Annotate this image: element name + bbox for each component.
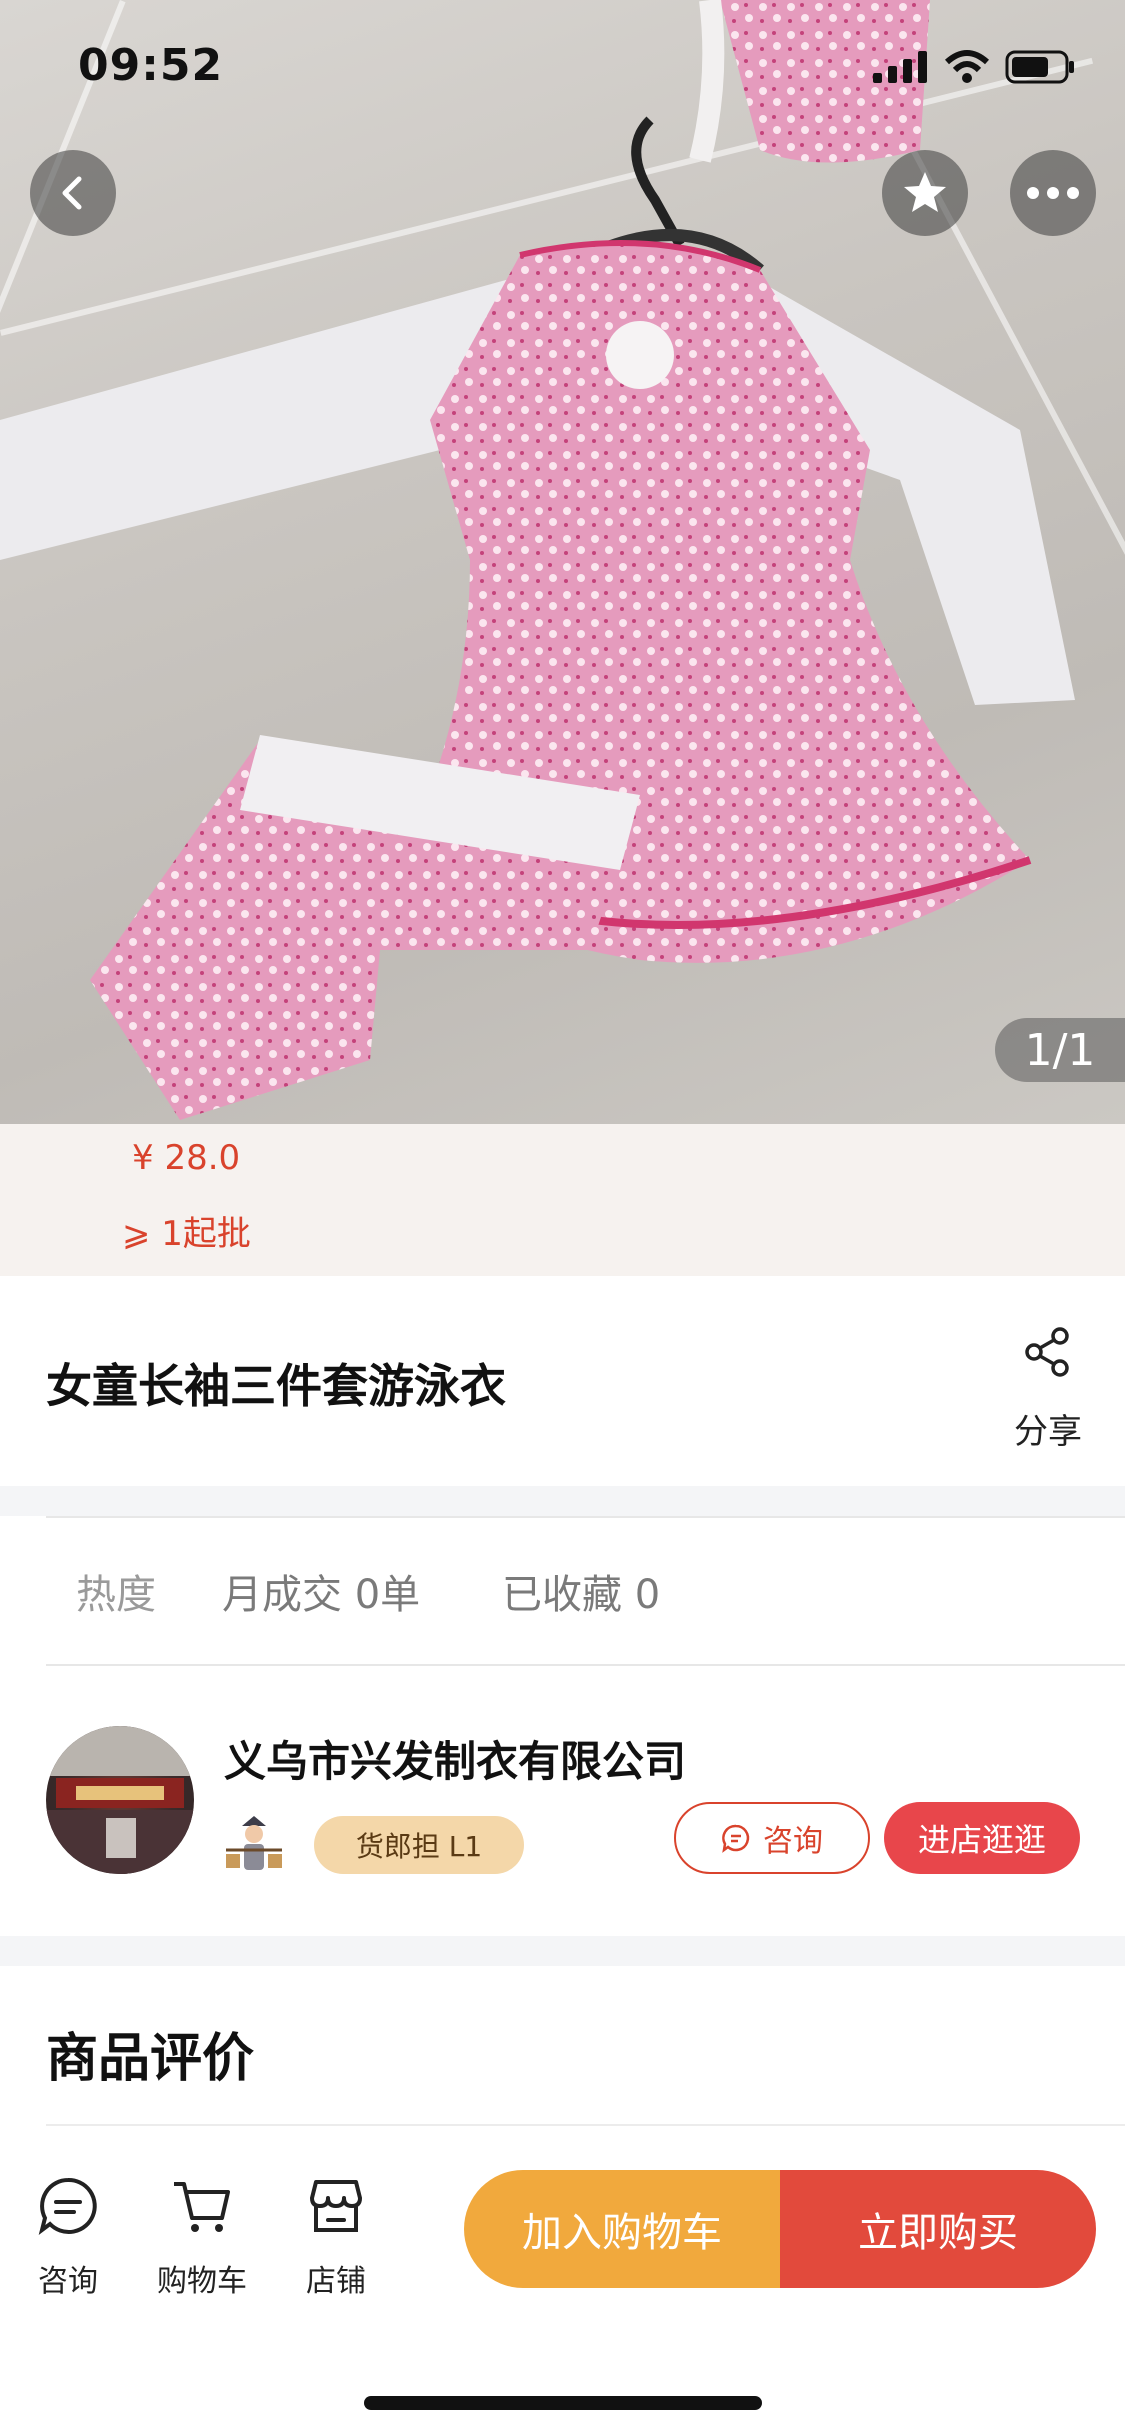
enter-shop-button[interactable]: 进店逛逛: [884, 1802, 1080, 1874]
title-card: 女童长袖三件套游泳衣 分享: [0, 1276, 1125, 1486]
chat-icon: [722, 1824, 750, 1853]
bottom-action-bar: 咨询 购物车 店铺 加入购物车 立即购买: [0, 2126, 1125, 2436]
section-divider: [0, 1486, 1125, 1516]
price-bar: ¥ 28.0 ⩾ 1起批: [0, 1124, 1125, 1276]
cart-icon: [174, 2182, 230, 2232]
share-label: 分享: [1014, 1412, 1082, 1452]
shop-name: 义乌市兴发制衣有限公司: [224, 1737, 687, 1786]
shop-card: 义乌市兴发制衣有限公司 货郎担 L1 咨询 进店逛逛: [0, 1666, 1125, 1936]
tab-store-label: 店铺: [306, 2264, 366, 2299]
favorites-count: 已收藏 0: [502, 1572, 661, 1618]
star-icon: [904, 172, 946, 212]
status-bar: 09:52: [0, 0, 1125, 130]
image-counter: 1/1: [995, 1018, 1125, 1082]
price: ¥ 28.0: [132, 1138, 241, 1178]
status-icons: [873, 50, 1075, 84]
vendor-icon: [226, 1816, 282, 1870]
share-button[interactable]: 分享: [1000, 1320, 1096, 1452]
battery-icon: [1005, 50, 1074, 84]
share-icon: [1025, 1327, 1069, 1377]
divider: [46, 1516, 1125, 1518]
store-icon: [310, 2180, 362, 2232]
chevron-left-icon: [62, 176, 82, 210]
reviews-title: 商品评价: [46, 2029, 255, 2089]
reviews-section: 商品评价: [0, 1966, 1125, 2126]
shop-photo: [46, 1726, 194, 1874]
signal-icon: [873, 51, 927, 83]
monthly-sales: 月成交 0单: [222, 1572, 421, 1618]
shop-avatar[interactable]: [46, 1726, 194, 1874]
wifi-icon: [945, 50, 989, 83]
add-to-cart-button[interactable]: 加入购物车: [464, 2170, 780, 2288]
chat-icon: [38, 2177, 97, 2235]
tab-store[interactable]: 店铺: [276, 2174, 396, 2300]
tab-consult-label: 咨询: [38, 2264, 98, 2299]
min-order: ⩾ 1起批: [122, 1214, 251, 1254]
tab-consult[interactable]: 咨询: [8, 2174, 128, 2300]
buy-now-button[interactable]: 立即购买: [780, 2170, 1096, 2288]
more-dots-icon: [1027, 187, 1079, 199]
tab-cart-label: 购物车: [157, 2264, 247, 2299]
home-indicator: [364, 2396, 762, 2410]
shop-consult-label: 咨询: [763, 1824, 823, 1859]
heat-label: 热度: [76, 1572, 156, 1618]
more-button[interactable]: [1010, 150, 1096, 236]
back-button[interactable]: [30, 150, 116, 236]
section-divider: [0, 1936, 1125, 1966]
status-time: 09:52: [78, 40, 224, 91]
shop-consult-button[interactable]: 咨询: [674, 1802, 870, 1874]
stats-row: 热度 月成交 0单 已收藏 0: [0, 1516, 1125, 1666]
product-image-gallery[interactable]: 09:52 1/1: [0, 0, 1125, 1124]
vendor-level-badge: 货郎担 L1: [314, 1816, 524, 1874]
product-title: 女童长袖三件套游泳衣: [46, 1359, 506, 1413]
favorite-button[interactable]: [882, 150, 968, 236]
tab-cart[interactable]: 购物车: [142, 2174, 262, 2300]
